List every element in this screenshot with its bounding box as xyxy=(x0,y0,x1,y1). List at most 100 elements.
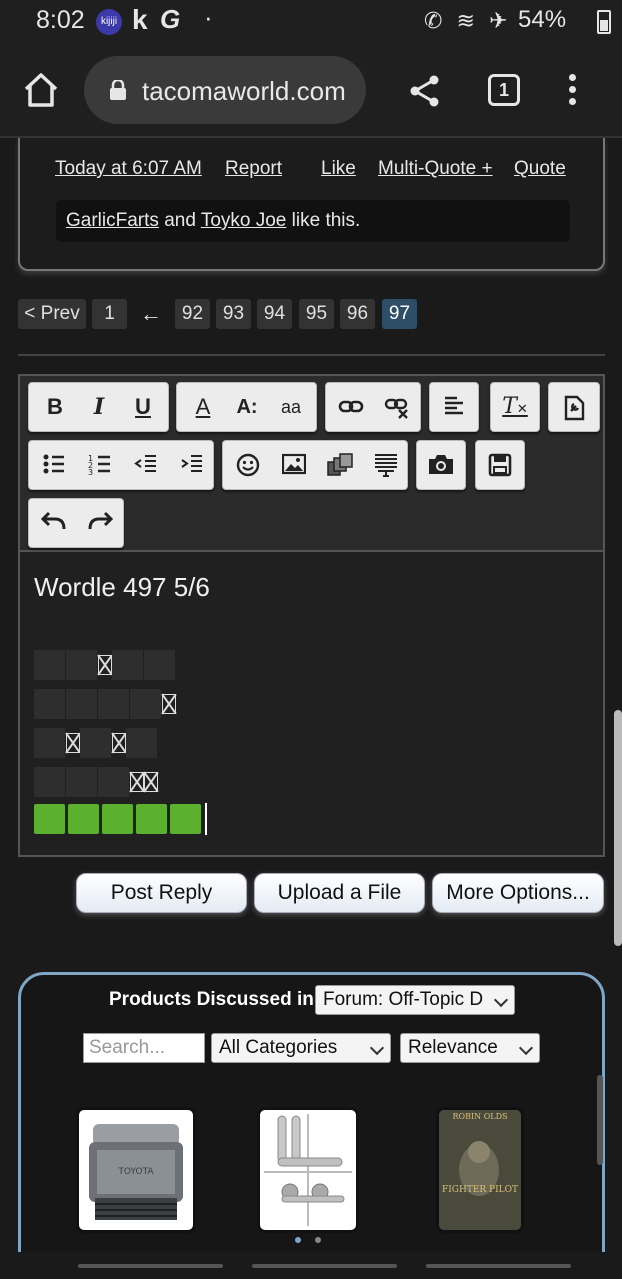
page-link[interactable]: 93 xyxy=(216,299,251,329)
missing-glyph-box xyxy=(98,655,112,675)
align-left-icon xyxy=(445,396,463,415)
smilies-button[interactable] xyxy=(225,441,271,489)
indent-button[interactable] xyxy=(169,441,215,489)
share-icon xyxy=(410,75,439,107)
liker-link[interactable]: GarlicFarts xyxy=(66,210,159,231)
sort-select[interactable]: Relevance xyxy=(400,1033,540,1063)
wordle-black-square xyxy=(66,767,97,797)
page-link[interactable]: 95 xyxy=(299,299,334,329)
product-latches[interactable] xyxy=(257,1107,359,1233)
book-cover-image: ROBIN OLDS FIGHTER PILOT xyxy=(439,1110,521,1230)
page-link[interactable]: 94 xyxy=(257,299,292,329)
font-group: A A: aa xyxy=(176,382,317,432)
text-style-group: B I U xyxy=(28,382,169,432)
font-family-button[interactable]: aa xyxy=(269,383,313,431)
toggle-bbcode-button[interactable] xyxy=(549,383,599,431)
insert-quote-button[interactable] xyxy=(363,441,409,489)
outdent-button[interactable] xyxy=(123,441,169,489)
address-bar[interactable]: tacomaworld.com xyxy=(84,56,366,124)
wordle-green-square xyxy=(34,804,65,834)
wordle-black-square xyxy=(98,689,129,719)
remove-link-button[interactable] xyxy=(374,383,420,431)
font-color-button[interactable]: A xyxy=(181,383,225,431)
bold-button[interactable]: B xyxy=(33,383,77,431)
wordle-black-square xyxy=(34,689,65,719)
redo-icon xyxy=(88,511,114,530)
undo-button[interactable] xyxy=(31,499,77,547)
redo-button[interactable] xyxy=(77,499,123,547)
unlink-icon xyxy=(384,398,408,419)
home-button[interactable] xyxy=(22,72,60,108)
product-search-input[interactable]: Search... xyxy=(83,1033,205,1063)
lock-icon xyxy=(110,80,126,100)
nav-recents[interactable] xyxy=(78,1264,223,1268)
product-fighter-pilot-book[interactable]: ROBIN OLDS FIGHTER PILOT xyxy=(436,1107,524,1233)
bullet-list-button[interactable] xyxy=(31,441,77,489)
post-timestamp-link[interactable]: Today at 6:07 AM xyxy=(55,158,202,180)
page-link[interactable]: 96 xyxy=(340,299,375,329)
prev-page-button[interactable]: < Prev xyxy=(18,299,86,329)
products-scrollbar[interactable] xyxy=(597,1075,603,1165)
italic-button[interactable]: I xyxy=(77,383,121,431)
like-link[interactable]: Like xyxy=(321,158,356,180)
home-icon xyxy=(24,73,58,107)
link-icon xyxy=(338,400,364,413)
quote-link[interactable]: Quote xyxy=(514,158,566,180)
save-draft-button[interactable] xyxy=(476,441,524,489)
reply-editor: B I U A A: aa T✕ 1 2 3 Wordle 497 5/6 xyxy=(18,374,605,857)
editor-content[interactable]: Wordle 497 5/6 xyxy=(20,554,603,855)
post-reply-button[interactable]: Post Reply xyxy=(76,873,247,913)
page-link[interactable]: 92 xyxy=(175,299,210,329)
browser-toolbar: tacomaworld.com 1 xyxy=(0,44,622,138)
forum-select[interactable]: Forum: Off-Topic D xyxy=(315,985,515,1015)
battery-percent: 54% xyxy=(518,6,567,33)
nav-home[interactable] xyxy=(252,1264,397,1268)
page-link[interactable]: 1 xyxy=(92,299,127,329)
system-nav-bar xyxy=(0,1252,622,1279)
insert-media-button[interactable] xyxy=(317,441,363,489)
report-link[interactable]: Report xyxy=(225,158,282,180)
page-jump-arrow[interactable]: ← xyxy=(136,299,166,329)
product-oil-filter-housing[interactable]: TOYOTA xyxy=(76,1107,196,1233)
sort-select-value: Relevance xyxy=(408,1037,498,1058)
nav-back[interactable] xyxy=(426,1264,571,1268)
g-notification-icon: G xyxy=(160,4,181,34)
page-scrollbar[interactable] xyxy=(614,710,622,946)
insert-image-button[interactable] xyxy=(271,441,317,489)
undo-icon xyxy=(40,511,66,530)
align-button[interactable] xyxy=(430,383,478,431)
carousel-dot-active[interactable] xyxy=(295,1237,301,1243)
remove-formatting-button[interactable]: T✕ xyxy=(491,383,539,431)
filter-brand-text: TOYOTA xyxy=(117,1167,154,1177)
battery-icon xyxy=(597,10,611,34)
insert-link-button[interactable] xyxy=(328,383,374,431)
font-size-button[interactable]: A: xyxy=(225,383,269,431)
share-button[interactable] xyxy=(408,74,442,108)
underline-button[interactable]: U xyxy=(121,383,165,431)
forum-select-value: Forum: Off-Topic D xyxy=(323,989,484,1010)
toggle-bbcode-group xyxy=(548,382,600,432)
wrench-icon xyxy=(564,395,585,421)
camera-button[interactable] xyxy=(417,441,465,489)
oil-filter-housing-image: TOYOTA xyxy=(89,1124,183,1220)
smiley-icon xyxy=(236,453,260,477)
wordle-black-square xyxy=(66,689,97,719)
category-select-value: All Categories xyxy=(219,1037,338,1058)
multi-quote-link[interactable]: Multi-Quote + xyxy=(378,158,493,180)
upload-file-button[interactable]: Upload a File xyxy=(254,873,425,913)
tab-switcher-button[interactable]: 1 xyxy=(488,74,520,106)
wordle-green-square xyxy=(170,804,201,834)
book-author-top: ROBIN OLDS xyxy=(453,1112,508,1121)
overflow-menu-button[interactable] xyxy=(560,72,586,108)
carousel-dot[interactable] xyxy=(315,1237,321,1243)
wordle-black-square xyxy=(34,728,65,758)
products-discussed-panel: Products Discussed in Forum: Off-Topic D… xyxy=(18,972,605,1279)
editor-text: Wordle 497 5/6 xyxy=(34,572,210,602)
current-page[interactable]: 97 xyxy=(382,299,417,329)
more-options-button[interactable]: More Options... xyxy=(432,873,604,913)
category-select[interactable]: All Categories xyxy=(211,1033,391,1063)
missing-glyph-box xyxy=(130,772,144,792)
chevron-down-icon xyxy=(518,1040,534,1056)
numbered-list-button[interactable]: 123 xyxy=(77,441,123,489)
liker-link[interactable]: Toyko Joe xyxy=(201,210,287,231)
